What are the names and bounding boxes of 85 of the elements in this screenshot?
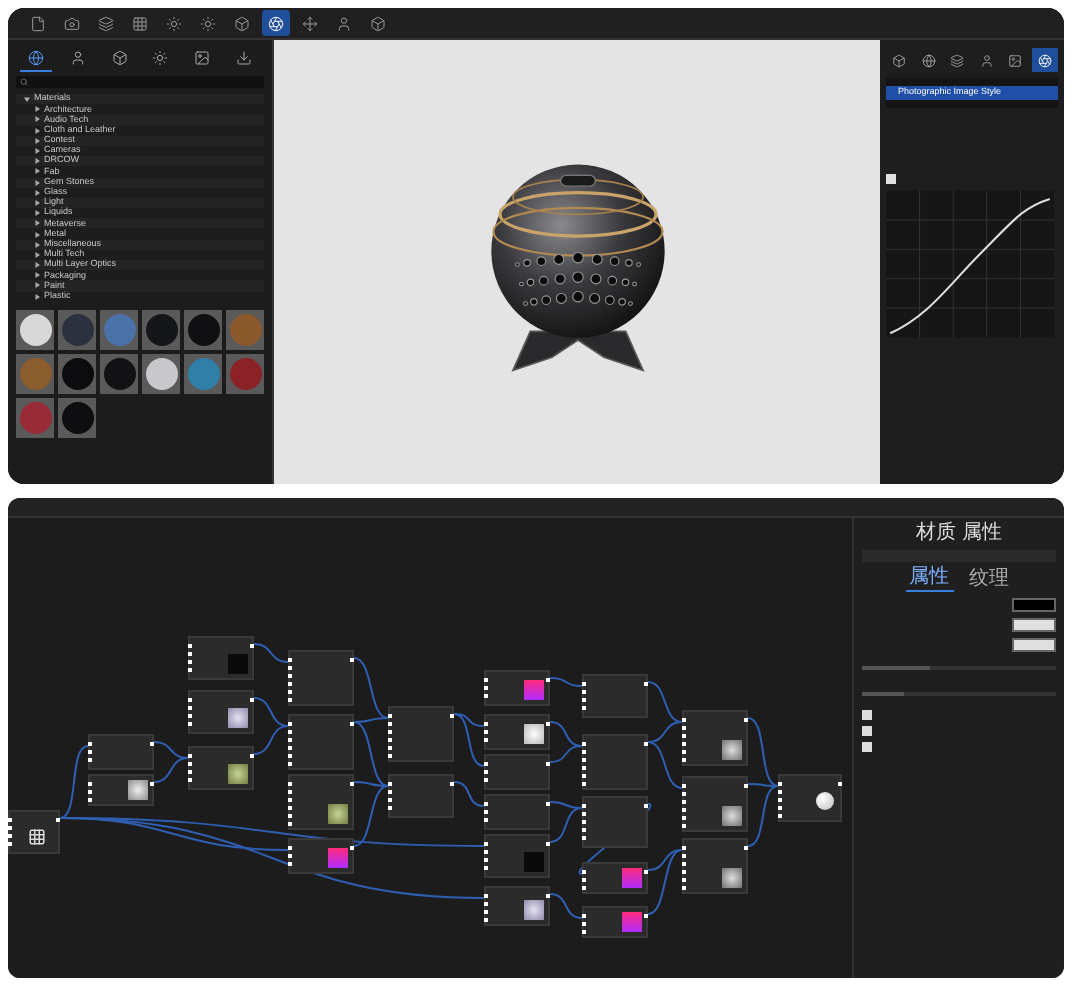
globe-icon: [921, 53, 936, 67]
layers-icon: [98, 15, 114, 31]
graph-node[interactable]: [188, 690, 254, 734]
search-icon: [20, 78, 28, 86]
dark-preview: [524, 852, 544, 872]
sun-icon: [200, 15, 216, 31]
toolbar-button[interactable]: [262, 10, 290, 36]
checkbox[interactable]: [862, 742, 872, 752]
graph-node[interactable]: [484, 714, 550, 750]
graph-node[interactable]: [682, 710, 748, 766]
connection-wire: [253, 725, 289, 755]
graph-node[interactable]: [582, 906, 648, 938]
graph-node[interactable]: [682, 838, 748, 894]
sun-icon: [152, 50, 169, 66]
texture-preview: [524, 724, 544, 744]
connection-wire: [549, 677, 583, 687]
search-field[interactable]: [16, 76, 264, 88]
graph-node[interactable]: [778, 774, 842, 822]
color-swatch[interactable]: [1012, 638, 1056, 652]
grid-icon: [132, 15, 148, 31]
graph-node[interactable]: [288, 650, 354, 706]
graph-node[interactable]: [484, 794, 550, 830]
aperture-icon: [1037, 53, 1052, 67]
gradient-preview: [622, 912, 642, 932]
connection-wire: [453, 781, 485, 807]
image-icon: [1008, 53, 1023, 67]
graph-node[interactable]: [188, 746, 254, 790]
grid-icon: [28, 828, 46, 846]
layers-icon: [950, 53, 965, 67]
checkbox[interactable]: [886, 174, 896, 184]
aperture-icon: [268, 15, 284, 31]
noise-preview: [128, 780, 148, 800]
texture-preview: [722, 740, 742, 760]
properties-tab[interactable]: 纹理: [965, 568, 1013, 592]
gradient-preview: [328, 848, 348, 868]
texture-preview: [524, 900, 544, 920]
globe-icon: [28, 49, 45, 65]
person-icon: [979, 53, 994, 67]
checkbox[interactable]: [862, 726, 872, 736]
file-icon: [30, 15, 46, 31]
graph-node[interactable]: [288, 714, 354, 770]
connection-wire: [253, 643, 289, 663]
tone-curve-chart[interactable]: [886, 190, 1054, 338]
texture-preview: [328, 804, 348, 824]
dark-preview: [228, 654, 248, 674]
sphere-preview: [816, 792, 834, 810]
sun-icon: [166, 15, 182, 31]
graph-node[interactable]: [188, 636, 254, 680]
texture-preview: [722, 806, 742, 826]
graph-node[interactable]: [388, 774, 454, 818]
texture-preview: [722, 868, 742, 888]
graph-node[interactable]: [88, 774, 154, 806]
cube-icon: [234, 15, 250, 31]
connection-wire: [253, 697, 289, 727]
graph-node[interactable]: [288, 838, 354, 874]
cube-icon: [370, 15, 386, 31]
image-icon: [193, 50, 210, 66]
graph-node[interactable]: [388, 706, 454, 762]
graph-node[interactable]: [484, 670, 550, 706]
cube-icon: [111, 50, 128, 66]
color-swatch[interactable]: [1012, 618, 1056, 632]
panel-title: 材质 属性: [914, 524, 1004, 544]
graph-node[interactable]: [484, 754, 550, 790]
connection-wire: [549, 893, 583, 919]
gradient-preview: [524, 680, 544, 700]
color-swatch[interactable]: [1012, 598, 1056, 612]
person-icon: [69, 50, 86, 66]
graph-node[interactable]: [582, 734, 648, 790]
graph-node[interactable]: [88, 734, 154, 770]
graph-node[interactable]: [582, 674, 648, 718]
panel-tab[interactable]: [1031, 48, 1058, 72]
graph-node[interactable]: [484, 886, 550, 926]
graph-node[interactable]: [288, 774, 354, 830]
texture-preview: [228, 708, 248, 728]
graph-node[interactable]: [484, 834, 550, 878]
properties-tab[interactable]: 属性: [905, 568, 953, 592]
graph-node[interactable]: [682, 776, 748, 832]
download-icon: [235, 50, 252, 66]
graph-node[interactable]: [8, 810, 60, 854]
texture-preview: [228, 764, 248, 784]
cube-icon: [892, 53, 906, 67]
camera-icon: [64, 15, 80, 31]
move-icon: [302, 15, 318, 31]
checkbox[interactable]: [862, 710, 872, 720]
person-icon: [336, 15, 352, 31]
